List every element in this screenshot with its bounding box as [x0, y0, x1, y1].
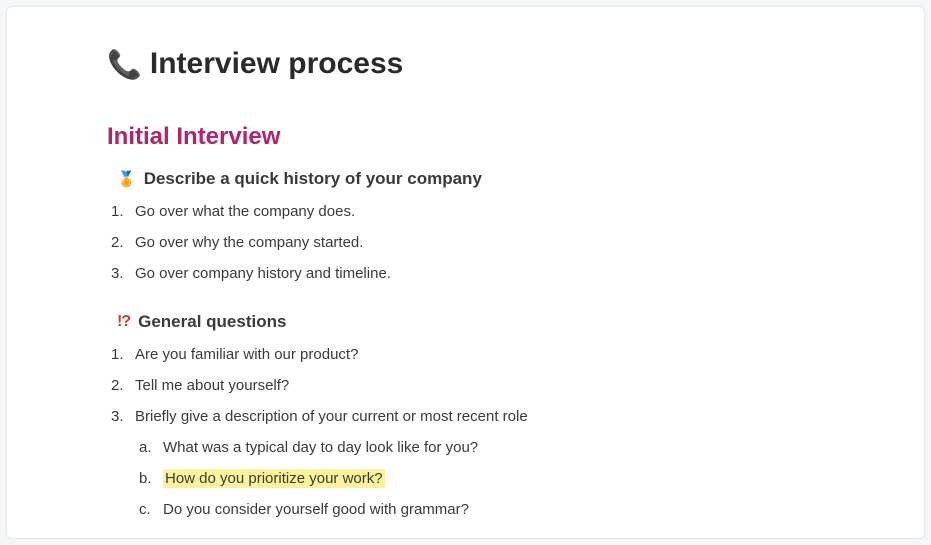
- company-history-list: Go over what the company does. Go over w…: [107, 201, 824, 284]
- page-title-text: Interview process: [150, 47, 403, 81]
- list-item: Go over what the company does.: [107, 201, 824, 222]
- list-item: What was a typical day to day look like …: [135, 437, 824, 458]
- document-card: 📞 Interview process Initial Interview 🏅 …: [6, 6, 925, 539]
- page-title: 📞 Interview process: [107, 47, 824, 81]
- list-item: Go over why the company started.: [107, 232, 824, 253]
- sub-heading-general-questions: !? General questions: [117, 312, 824, 332]
- list-item: Go over company history and timeline.: [107, 263, 824, 284]
- phone-icon: 📞: [107, 48, 142, 81]
- sub-heading-company-history: 🏅 Describe a quick history of your compa…: [117, 169, 824, 189]
- list-item-text: Briefly give a description of your curre…: [135, 408, 528, 425]
- medal-icon: 🏅: [117, 170, 136, 188]
- highlighted-text: How do you prioritize your work?: [163, 469, 385, 488]
- list-item: Tell me about yourself?: [107, 375, 824, 396]
- exclamation-question-icon: !?: [117, 313, 130, 331]
- sub-question-list: What was a typical day to day look like …: [135, 437, 824, 520]
- sub-heading-text: Describe a quick history of your company: [144, 169, 482, 189]
- general-questions-list: Are you familiar with our product? Tell …: [107, 344, 824, 520]
- list-item: Are you familiar with our product?: [107, 344, 824, 365]
- list-item: Do you consider yourself good with gramm…: [135, 499, 824, 520]
- section-heading-initial-interview: Initial Interview: [107, 123, 824, 151]
- list-item: Briefly give a description of your curre…: [107, 406, 824, 520]
- list-item: How do you prioritize your work?: [135, 468, 824, 489]
- sub-heading-text: General questions: [138, 312, 286, 332]
